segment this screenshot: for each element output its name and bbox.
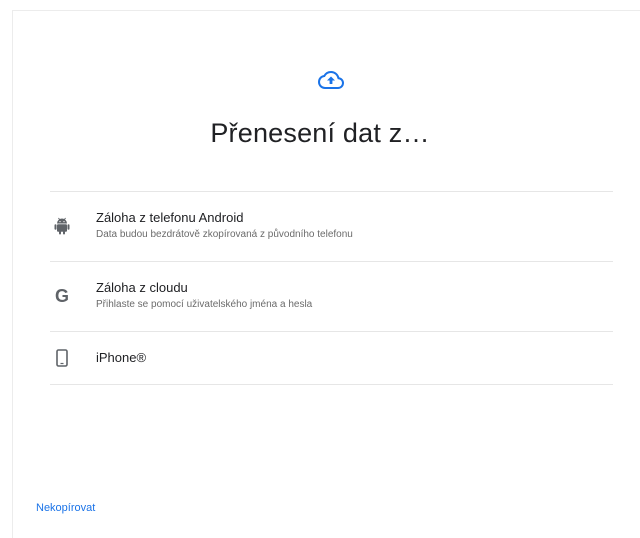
option-subtitle: Přihlaste se pomocí uživatelského jména … bbox=[96, 299, 313, 310]
page-title: Přenesení dat z… bbox=[210, 118, 430, 148]
option-title: Záloha z telefonu Android bbox=[96, 210, 244, 225]
option-iphone[interactable]: iPhone® bbox=[50, 332, 613, 385]
option-text: iPhone® bbox=[96, 350, 146, 366]
option-title: Záloha z cloudu bbox=[96, 280, 188, 295]
cloud-upload-icon bbox=[318, 70, 344, 89]
option-android-backup[interactable]: Záloha z telefonu Android Data budou bez… bbox=[50, 192, 613, 262]
option-text: Záloha z telefonu Android Data budou bez… bbox=[96, 210, 353, 242]
android-icon bbox=[52, 216, 72, 236]
option-title: iPhone® bbox=[96, 350, 147, 365]
transfer-options-list: Záloha z telefonu Android Data budou bez… bbox=[50, 191, 613, 385]
option-cloud-backup[interactable]: G Záloha z cloudu Přihlaste se pomocí už… bbox=[50, 262, 613, 332]
option-text: Záloha z cloudu Přihlaste se pomocí uživ… bbox=[96, 280, 312, 312]
skip-copy-link[interactable]: Nekopírovat bbox=[36, 502, 95, 514]
google-g-icon: G bbox=[54, 286, 69, 306]
option-subtitle: Data budou bezdrátově zkopírovaná z půvo… bbox=[96, 229, 353, 240]
phone-icon bbox=[52, 348, 72, 368]
